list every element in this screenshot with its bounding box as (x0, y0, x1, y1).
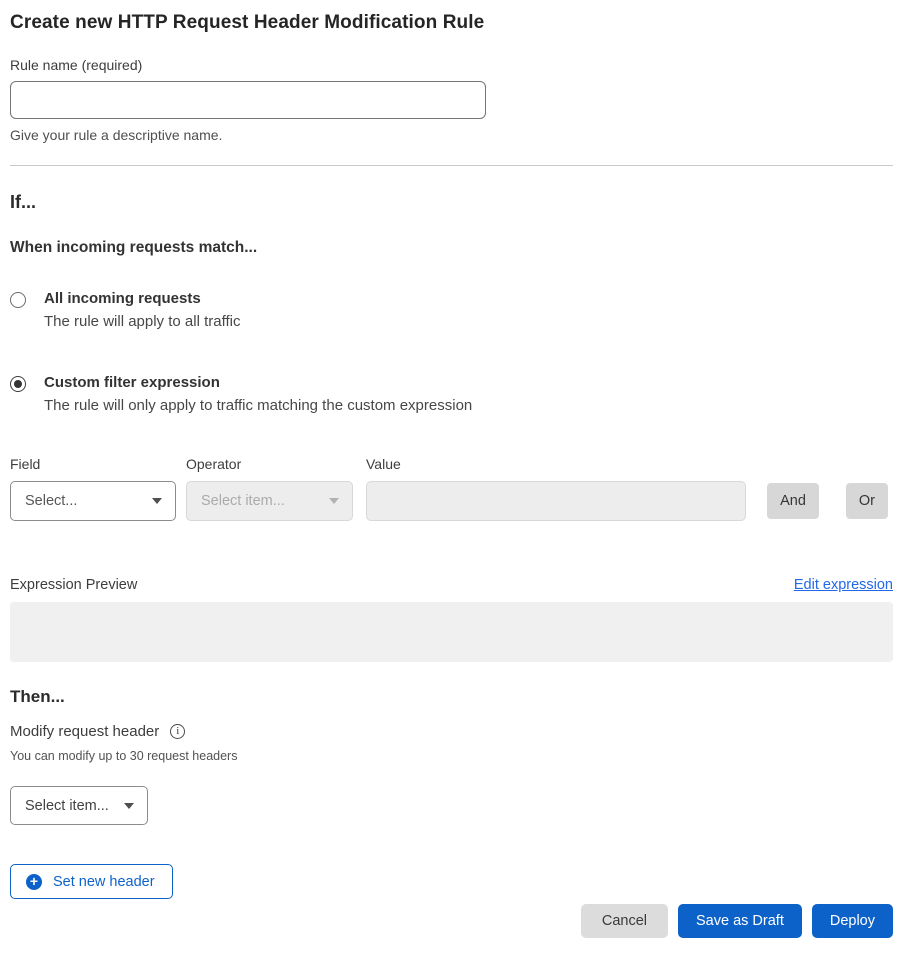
radio-option-label: All incoming requests (44, 290, 240, 307)
modify-request-header-label: Modify request header (10, 723, 159, 740)
chevron-down-icon (124, 803, 134, 809)
operator-column: Operator Select item... (186, 456, 353, 521)
info-icon[interactable]: i (170, 724, 185, 739)
footer-actions: Cancel Save as Draft Deploy (10, 904, 893, 938)
page-title: Create new HTTP Request Header Modificat… (10, 12, 893, 34)
radio-option-description: The rule will apply to all traffic (44, 313, 240, 330)
operator-select-value: Select item... (201, 493, 285, 509)
radio-option-texts: Custom filter expression The rule will o… (44, 374, 472, 414)
header-select[interactable]: Select item... (10, 786, 148, 825)
chevron-down-icon (152, 498, 162, 504)
header-select-value: Select item... (25, 798, 109, 814)
chevron-down-icon (329, 498, 339, 504)
value-label: Value (366, 456, 746, 472)
radio-option-all-requests[interactable]: All incoming requests The rule will appl… (10, 290, 893, 330)
match-subheading: When incoming requests match... (10, 239, 893, 257)
modify-header-help: You can modify up to 30 request headers (10, 749, 893, 763)
radio-option-label: Custom filter expression (44, 374, 472, 391)
plus-icon: + (26, 874, 42, 890)
rule-name-label: Rule name (required) (10, 57, 893, 73)
cancel-button[interactable]: Cancel (581, 904, 668, 938)
value-column: Value (366, 456, 746, 521)
radio-option-description: The rule will only apply to traffic matc… (44, 397, 472, 414)
set-new-header-button[interactable]: + Set new header (10, 864, 173, 899)
radio-option-texts: All incoming requests The rule will appl… (44, 290, 240, 330)
save-as-draft-button[interactable]: Save as Draft (678, 904, 802, 938)
field-select-value: Select... (25, 493, 77, 509)
section-divider (10, 165, 893, 166)
set-new-header-label: Set new header (53, 874, 155, 890)
if-heading: If... (10, 192, 893, 213)
radio-selected-icon[interactable] (10, 376, 26, 392)
radio-option-custom-expression[interactable]: Custom filter expression The rule will o… (10, 374, 893, 414)
operator-label: Operator (186, 456, 353, 472)
expression-preview-box (10, 602, 893, 662)
radio-unselected-icon[interactable] (10, 292, 26, 308)
operator-select: Select item... (186, 481, 353, 521)
rule-name-help: Give your rule a descriptive name. (10, 127, 893, 143)
value-input (366, 481, 746, 521)
field-column: Field Select... (10, 456, 176, 521)
then-heading: Then... (10, 687, 893, 707)
modify-header-row: Modify request header i (10, 723, 893, 740)
expression-preview-header: Expression Preview Edit expression (10, 577, 893, 593)
deploy-button[interactable]: Deploy (812, 904, 893, 938)
or-button[interactable]: Or (846, 483, 888, 519)
create-rule-form: Create new HTTP Request Header Modificat… (0, 0, 899, 956)
rule-name-input[interactable] (10, 81, 486, 119)
expression-builder-row: Field Select... Operator Select item... … (10, 456, 893, 521)
expression-preview-label: Expression Preview (10, 577, 137, 593)
and-button[interactable]: And (767, 483, 819, 519)
edit-expression-link[interactable]: Edit expression (794, 577, 893, 593)
field-label: Field (10, 456, 176, 472)
field-select[interactable]: Select... (10, 481, 176, 521)
